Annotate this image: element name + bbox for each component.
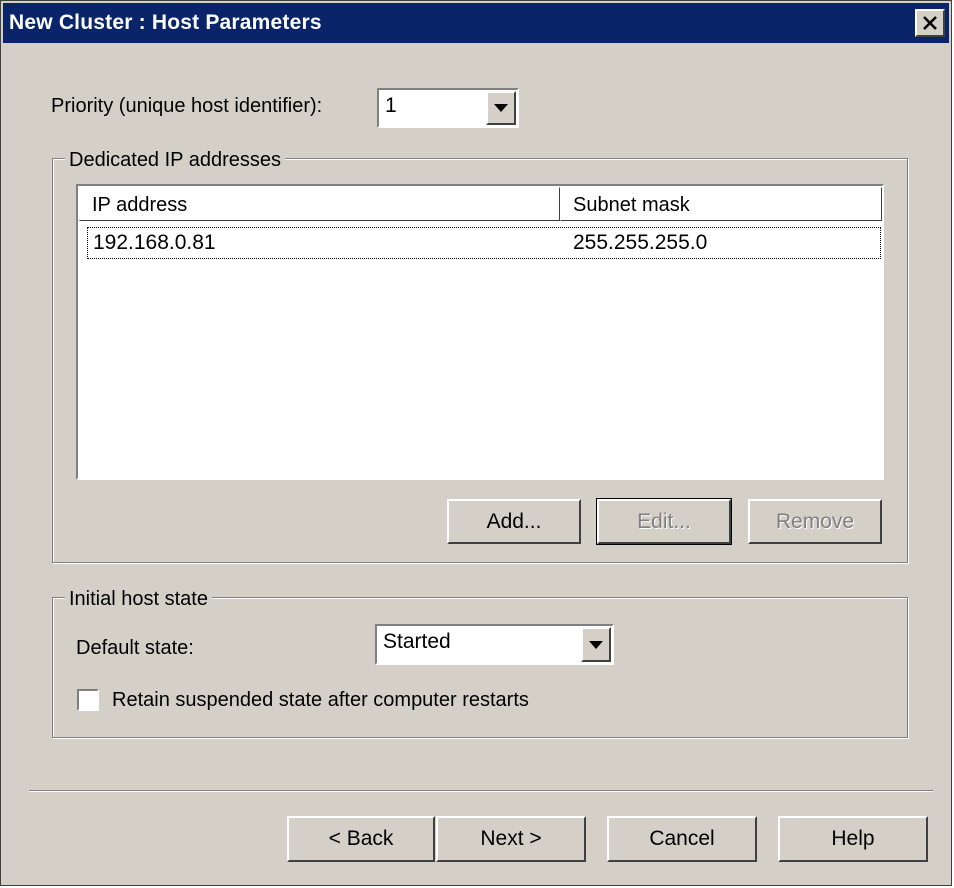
table-row[interactable]: 192.168.0.81 255.255.255.0	[87, 227, 881, 259]
priority-label: Priority (unique host identifier):	[51, 95, 323, 117]
default-state-label: Default state:	[76, 637, 194, 659]
ip-address-list[interactable]: IP address Subnet mask 192.168.0.81 255.…	[76, 184, 884, 480]
close-icon	[923, 16, 937, 30]
dialog-window: New Cluster : Host Parameters Priority (…	[0, 0, 952, 886]
footer-divider	[29, 790, 933, 792]
cancel-button[interactable]: Cancel	[607, 816, 757, 862]
chevron-down-icon	[494, 104, 508, 112]
initial-host-state-group	[52, 597, 908, 738]
edit-button[interactable]: Edit...	[596, 498, 732, 545]
edit-button-label: Edit...	[637, 509, 691, 533]
remove-button-label: Remove	[775, 509, 855, 533]
next-button[interactable]: Next >	[436, 816, 586, 862]
chevron-down-icon	[589, 640, 603, 649]
add-button[interactable]: Add...	[447, 499, 581, 544]
default-state-dropdown-button[interactable]	[581, 627, 611, 662]
default-state-value: Started	[383, 630, 451, 653]
back-button-label: < Back	[328, 827, 394, 850]
initial-host-state-group-title: Initial host state	[65, 588, 212, 611]
priority-value: 1	[385, 94, 397, 117]
window-title: New Cluster : Host Parameters	[9, 11, 322, 34]
default-state-dropdown[interactable]: Started	[375, 624, 614, 665]
close-button[interactable]	[915, 9, 945, 37]
cancel-button-label: Cancel	[649, 827, 715, 850]
retain-suspended-label[interactable]: Retain suspended state after computer re…	[112, 689, 529, 712]
ip-cell: 192.168.0.81	[93, 231, 216, 254]
priority-dropdown[interactable]: 1	[377, 88, 519, 128]
retain-suspended-checkbox[interactable]	[77, 689, 99, 711]
priority-dropdown-button[interactable]	[486, 91, 516, 125]
help-button-label: Help	[831, 827, 875, 850]
dedicated-ip-group-title: Dedicated IP addresses	[65, 149, 285, 172]
title-bar[interactable]: New Cluster : Host Parameters	[3, 3, 949, 43]
remove-button[interactable]: Remove	[748, 499, 882, 544]
help-button[interactable]: Help	[778, 816, 928, 862]
next-button-label: Next >	[480, 827, 542, 850]
column-header-ip[interactable]: IP address	[79, 187, 560, 221]
back-button[interactable]: < Back	[287, 816, 435, 862]
add-button-label: Add...	[486, 509, 542, 533]
column-header-subnet[interactable]: Subnet mask	[560, 187, 882, 221]
subnet-cell: 255.255.255.0	[573, 231, 708, 254]
